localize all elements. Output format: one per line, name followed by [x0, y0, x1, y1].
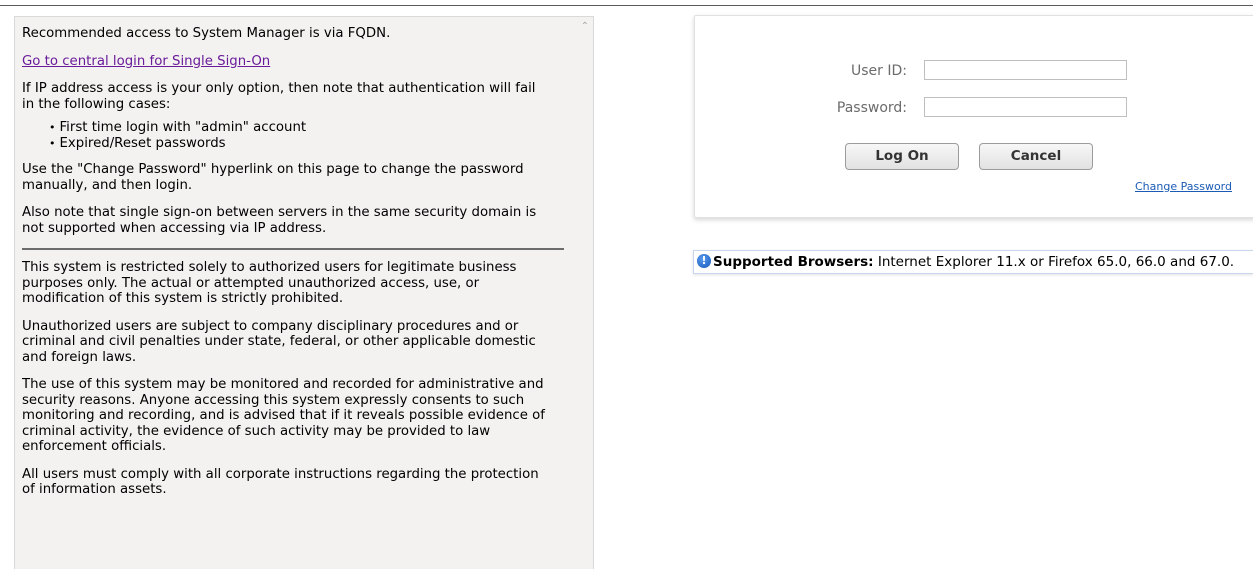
sso-link-paragraph: Go to central login for Single Sign-On [22, 54, 550, 70]
legal-paragraph: The use of this system may be monitored … [22, 377, 545, 454]
list-item: First time login with "admin" account [58, 120, 550, 136]
top-divider [0, 5, 1253, 6]
supported-browsers-bar: ! Supported Browsers: Internet Explorer 1… [693, 250, 1253, 274]
info-icon: ! [697, 254, 711, 268]
user-id-label: User ID: [851, 63, 907, 79]
ip-warning-text: If IP address access is your only option… [22, 81, 536, 112]
legal-paragraph: All users must comply with all corporate… [22, 466, 539, 498]
user-id-input[interactable] [924, 60, 1127, 80]
sso-note: Also note that single sign-on between se… [22, 205, 537, 236]
login-form: User ID: Password: Log On Cancel Change … [694, 15, 1253, 218]
cancel-button[interactable]: Cancel [979, 143, 1093, 170]
change-password-hint: Use the "Change Password" hyperlink on t… [22, 162, 524, 193]
notice-divider [22, 248, 564, 250]
legal-paragraph: Unauthorized users are subject to compan… [22, 318, 536, 365]
recommended-text: Recommended access to System Manager is … [22, 26, 391, 41]
change-password-link[interactable]: Change Password [1135, 180, 1232, 193]
notice-panel[interactable]: Recommended access to System Manager is … [14, 16, 594, 569]
log-on-button[interactable]: Log On [845, 143, 959, 170]
supported-browsers-text: Internet Explorer 11.x or Firefox 65.0, … [873, 254, 1235, 270]
scroll-up-arrow-icon[interactable]: ⌃ [580, 22, 590, 32]
supported-browsers-label: Supported Browsers: [713, 254, 874, 270]
password-label: Password: [836, 100, 907, 116]
sso-link[interactable]: Go to central login for Single Sign-On [22, 54, 270, 69]
password-input[interactable] [924, 97, 1127, 117]
list-item: Expired/Reset passwords [58, 136, 550, 152]
legal-paragraph: This system is restricted solely to auth… [22, 260, 517, 306]
notice-scrollbar[interactable]: ⌃ [576, 17, 593, 569]
notice-content: Recommended access to System Manager is … [15, 17, 564, 498]
failure-cases-list: First time login with "admin" account Ex… [22, 120, 550, 151]
